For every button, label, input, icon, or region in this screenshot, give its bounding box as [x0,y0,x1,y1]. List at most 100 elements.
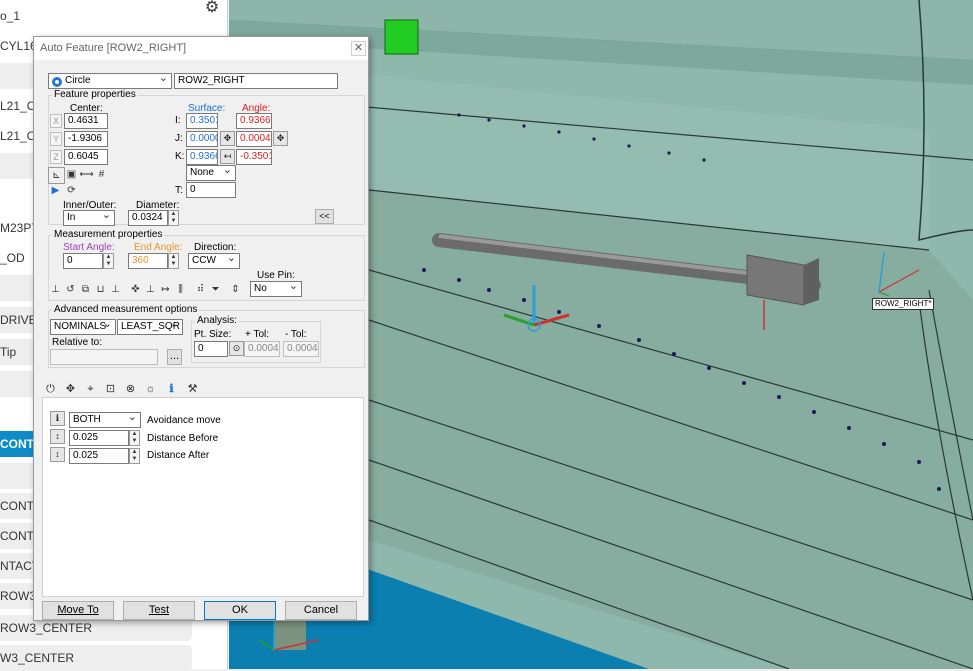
feature-properties-title: Feature properties [52,89,138,100]
tool-icon[interactable]: ⚒ [184,382,201,397]
center-z-input[interactable]: 0.6045 [64,149,108,165]
start-angle-label: Start Angle: [63,242,115,253]
wrist-icon[interactable]: ✜ [128,282,143,297]
feature-list-item[interactable]: W3_CENTER [0,645,192,671]
refresh-icon[interactable]: ⟳ [64,183,79,198]
bars-icon[interactable]: ⫼ [173,282,188,297]
scatter-icon[interactable]: ⠾ [193,282,208,297]
level-icon[interactable]: ⊥ [143,282,158,297]
feature-type-select[interactable]: Circle [48,73,172,89]
pt-size-label: Pt. Size: [194,329,232,340]
sample-hits-icon[interactable]: ↺ [63,282,78,297]
distance-after-icon: ↕ [50,447,65,462]
relative-to-label: Relative to: [52,337,103,348]
sun-icon[interactable]: ☼ [142,382,159,397]
distance-before-spinner[interactable]: ▲ ▼ [129,430,140,446]
plus-tol-label: + Tol: [245,329,269,340]
close-button[interactable]: ✕ [351,41,366,56]
browse-button[interactable]: ... [167,349,182,365]
analysis-view-icon[interactable]: ⊙ [229,341,244,356]
circle-icon [52,77,62,87]
point-tool-icon[interactable]: ⊾ [48,167,65,184]
center-y-input[interactable]: -1.9306 [64,131,108,147]
angle-i-input[interactable]: 0.9366 [236,113,272,129]
auto-move-icon[interactable]: ⧉ [78,282,93,297]
diameter-spinner[interactable]: ▲ ▼ [168,210,179,226]
flip-angle-icon[interactable]: ✥ [273,131,288,146]
dialog-title-bar[interactable]: Auto Feature [ROW2_RIGHT] ✕ [34,37,368,60]
feature-name-input[interactable]: ROW2_RIGHT [174,73,338,89]
distance-icon[interactable]: ⟷ [79,167,94,182]
collapse-button[interactable]: << [315,209,334,224]
auto-feature-dialog: Auto Feature [ROW2_RIGHT] ✕ Circle ROW2_… [33,36,369,621]
depth-icon[interactable]: ⊔ [93,282,108,297]
distance-before-icon: ↕ [50,429,65,444]
avoidance-mode-select[interactable]: BOTH [69,412,141,428]
dialog-title: Auto Feature [ROW2_RIGHT] [40,42,187,54]
pitch-icon[interactable]: ⊥ [108,282,123,297]
play-icon[interactable]: ▶ [48,183,63,198]
feature-label-tag[interactable]: ROW2_RIGHT* [872,298,935,310]
screen-icon[interactable]: ⊡ [102,382,119,397]
surface-j-input[interactable]: 0.0000 [186,131,218,147]
start-angle-spinner[interactable]: ▲ ▼ [103,253,114,269]
distance-after-spinner[interactable]: ▲ ▼ [129,448,140,464]
surface-k-input[interactable]: 0.9366 [186,149,218,165]
feature-list-item[interactable]: o_1 [0,3,192,29]
minus-tol-label: - Tol: [285,329,307,340]
distance-after-label: Distance After [147,450,210,461]
feature-type-value: Circle [65,75,91,86]
avoidance-icon: ℹ [50,411,65,426]
diameter-input[interactable]: 0.0324 [128,210,168,226]
relative-to-input[interactable] [50,349,158,365]
direction-label: Direction: [194,242,237,253]
target-icon[interactable]: ⌖ [82,382,99,397]
use-pin-label: Use Pin: [257,270,295,281]
gear-icon[interactable]: ⚙ [202,0,222,18]
j-label: J: [175,133,183,144]
distance-before-input[interactable]: 0.025 [69,430,129,446]
k-label: K: [175,151,185,162]
cancel-button[interactable]: Cancel [285,601,357,620]
filter-icon[interactable]: ⏷ [208,282,223,297]
grid-icon[interactable]: # [94,167,109,182]
end-angle-spinner[interactable]: ▲ ▼ [168,253,179,269]
move-icon[interactable]: ✥ [62,382,79,397]
arrow-in-icon[interactable]: ↦ [158,282,173,297]
flip-surface-icon[interactable]: ✥ [220,131,235,146]
measurement-properties-title: Measurement properties [52,229,165,240]
minus-tol-input[interactable]: 0.0004 [283,341,319,357]
t-input[interactable]: 0 [186,182,236,198]
hits-icon[interactable]: ⊥ [48,282,63,297]
z-axis-button[interactable]: Z [50,150,62,164]
use-pin-select[interactable]: No [250,281,302,297]
pt-size-input[interactable]: 0 [194,341,228,357]
vertical-icon[interactable]: ⇕ [228,282,243,297]
plus-tol-input[interactable]: 0.0004 [244,341,280,357]
cube-icon[interactable]: ▣ [64,167,79,182]
inner-outer-select[interactable]: In [63,210,115,226]
angle-j-input[interactable]: 0.0004 [236,131,272,147]
y-axis-button[interactable]: Y [50,132,62,146]
align-surface-icon[interactable]: ↤ [220,149,235,164]
end-angle-label: End Angle: [134,242,183,253]
distance-after-input[interactable]: 0.025 [69,448,129,464]
angle-k-input[interactable]: -0.3501 [236,149,272,165]
ok-button[interactable]: OK [204,601,276,620]
center-x-input[interactable]: 0.4631 [64,113,108,129]
direction-select[interactable]: CCW [188,253,240,269]
surface-i-input[interactable]: 0.3501 [186,113,218,129]
avoidance-move-label: Avoidance move [147,415,221,426]
power-icon[interactable]: ⏻ [42,382,59,397]
test-button[interactable]: Test [123,601,195,620]
start-angle-input[interactable]: 0 [63,253,103,269]
vector-option-select[interactable]: None [186,165,236,181]
distance-before-label: Distance Before [147,433,219,444]
x-axis-button[interactable]: X [50,114,62,128]
fit-select[interactable]: LEAST_SQR [117,319,183,335]
move-to-button[interactable]: Move To [42,601,114,620]
nominals-select[interactable]: NOMINALS [50,319,116,335]
cancel-circle-icon[interactable]: ⊗ [122,382,139,397]
i-label: I: [175,115,181,126]
end-angle-input[interactable]: 360 [128,253,168,269]
